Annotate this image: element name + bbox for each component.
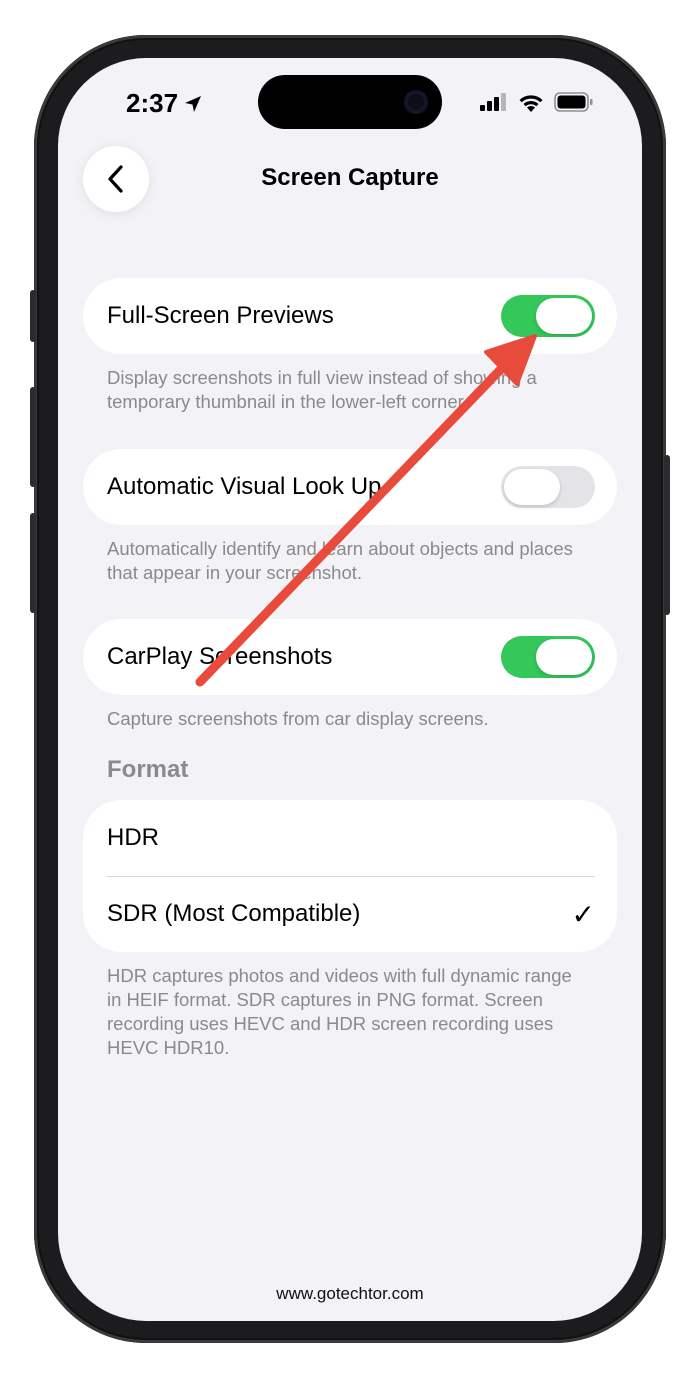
volume-up-button xyxy=(30,387,36,487)
phone-screen: 2:37 Screen Capture Full-Screen Previews… xyxy=(58,58,642,1321)
format-option-label: SDR (Most Compatible) xyxy=(107,900,361,927)
location-arrow-icon xyxy=(185,95,202,112)
carplay-screenshots-card: CarPlay Screenshots xyxy=(83,619,617,695)
status-bar-indicators xyxy=(480,92,594,112)
toggle-knob xyxy=(536,298,592,334)
setting-description: Automatically identify and learn about o… xyxy=(107,538,573,583)
format-option-sdr[interactable]: SDR (Most Compatible) ✓ xyxy=(83,876,617,952)
format-description: HDR captures photos and videos with full… xyxy=(107,965,572,1058)
front-camera xyxy=(404,90,428,114)
carplay-screenshots-toggle[interactable] xyxy=(501,636,595,678)
status-bar-time: 2:37 xyxy=(126,88,202,119)
setting-label: CarPlay Screenshots xyxy=(107,643,333,670)
visual-look-up-toggle[interactable] xyxy=(501,466,595,508)
cellular-signal-icon xyxy=(480,93,506,111)
setting-label: Full-Screen Previews xyxy=(107,302,334,329)
checkmark-icon: ✓ xyxy=(571,898,595,930)
action-button xyxy=(30,290,36,342)
full-screen-previews-toggle[interactable] xyxy=(501,295,595,337)
format-option-label: HDR xyxy=(107,824,159,851)
full-screen-previews-row: Full-Screen Previews xyxy=(83,278,617,354)
dynamic-island xyxy=(258,75,442,129)
carplay-screenshots-row: CarPlay Screenshots xyxy=(83,619,617,695)
page-title: Screen Capture xyxy=(261,164,439,191)
setting-description: Display screenshots in full view instead… xyxy=(107,367,537,412)
watermark-text: www.gotechtor.com xyxy=(276,1284,424,1303)
format-section-header: Format xyxy=(107,756,189,783)
wifi-icon xyxy=(519,94,543,112)
format-option-hdr[interactable]: HDR xyxy=(83,800,617,876)
volume-down-button xyxy=(30,513,36,613)
time-label: 2:37 xyxy=(126,88,179,118)
battery-icon xyxy=(554,92,593,112)
format-options-card: HDR SDR (Most Compatible) ✓ xyxy=(83,800,617,952)
visual-look-up-card: Automatic Visual Look Up xyxy=(83,449,617,525)
toggle-knob xyxy=(504,469,560,505)
toggle-knob xyxy=(536,639,592,675)
setting-description: Capture screenshots from car display scr… xyxy=(107,708,489,729)
setting-label: Automatic Visual Look Up xyxy=(107,473,382,500)
full-screen-previews-card: Full-Screen Previews xyxy=(83,278,617,354)
power-button xyxy=(664,455,670,615)
visual-look-up-row: Automatic Visual Look Up xyxy=(83,449,617,525)
